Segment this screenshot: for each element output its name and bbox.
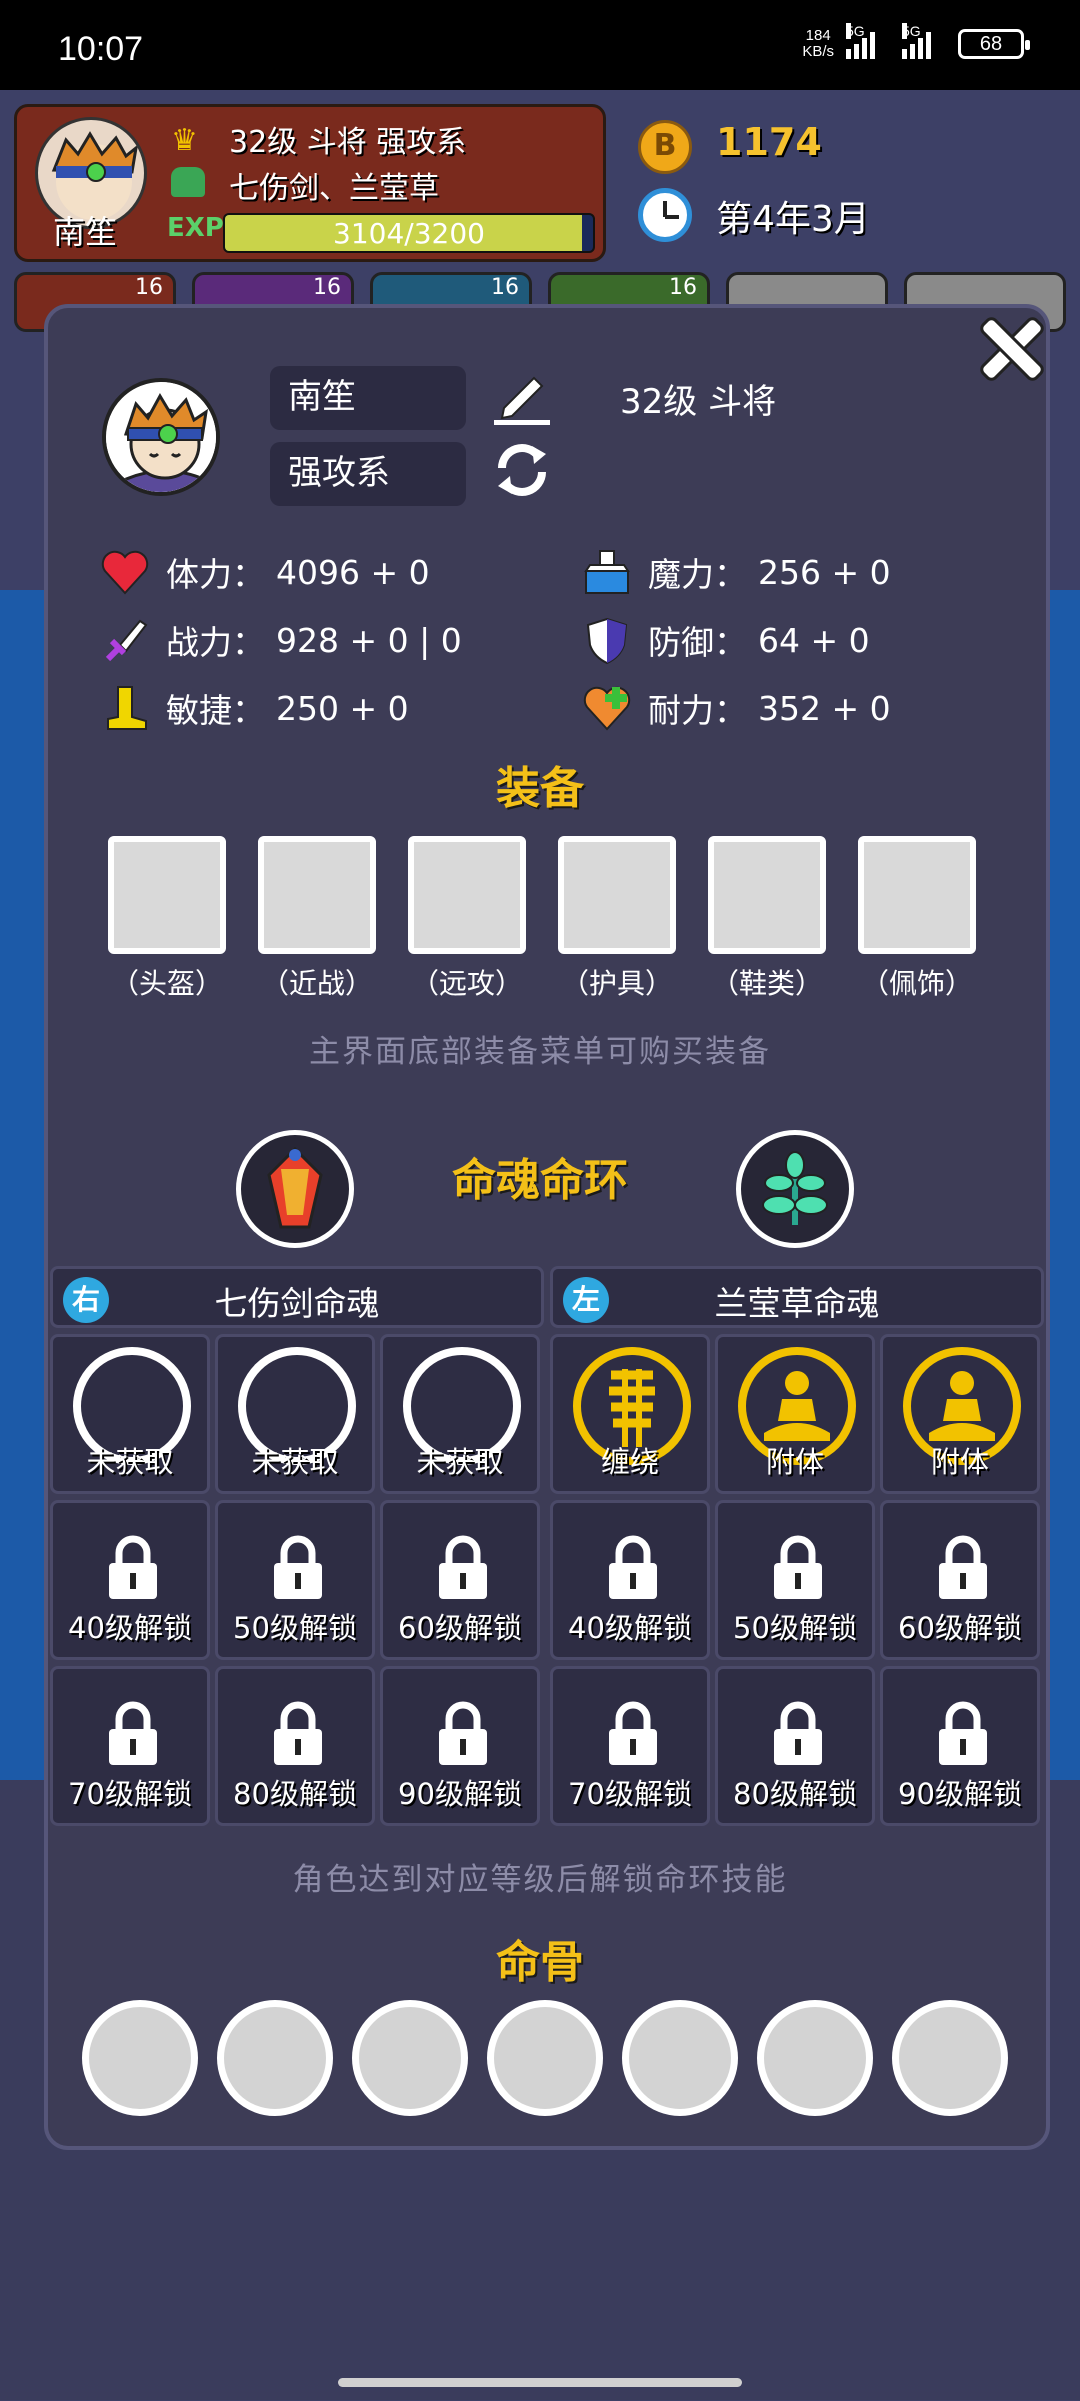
lock-icon [103, 1699, 163, 1769]
exp-bar: 3104/3200 [223, 213, 595, 253]
locked-skill-cell[interactable]: 80级解锁 [215, 1666, 375, 1826]
lock-icon [768, 1533, 828, 1603]
stamina-heart-icon [582, 683, 632, 733]
equip-slot-shoes[interactable] [708, 836, 826, 954]
equipment-hint: 主界面底部装备菜单可购买装备 [309, 1034, 771, 1070]
equip-label: （护具） [560, 967, 673, 1000]
locked-skill-cell[interactable]: 60级解锁 [380, 1500, 540, 1660]
signal-icon: 5G [846, 23, 890, 59]
equip-label: （鞋类） [710, 967, 823, 1000]
player-card[interactable]: 南笙 ♛ 32级 斗将 强攻系 七伤剑、兰莹草 EXP 3104/3200 [14, 104, 606, 262]
stat-agility: 敏捷： 250 + 0 [100, 680, 409, 736]
soul-skill-cell[interactable]: 附体 [715, 1334, 875, 1494]
crown-icon: ♛ [171, 123, 198, 158]
soul-bone-slot[interactable] [757, 2000, 873, 2116]
game-date: 第4年3月 [716, 199, 870, 240]
hero-name-field[interactable]: 南笙 [270, 366, 466, 430]
soul-hand-icon [171, 167, 205, 197]
lock-icon [433, 1533, 493, 1603]
locked-skill-cell[interactable]: 70级解锁 [550, 1666, 710, 1826]
locked-skill-cell[interactable]: 90级解锁 [880, 1666, 1040, 1826]
equipment-title: 装备 [496, 763, 584, 814]
hero-class-field[interactable]: 强攻系 [270, 442, 466, 506]
status-time: 10:07 [58, 30, 144, 68]
exp-text: 3104/3200 [333, 217, 485, 250]
stat-defense: 防御： 64 + 0 [582, 612, 870, 668]
locked-skill-cell[interactable]: 60级解锁 [880, 1500, 1040, 1660]
stat-hp: 体力： 4096 + 0 [100, 544, 430, 600]
hero-level-title: 32级 斗将 [620, 382, 777, 422]
lock-icon [603, 1533, 663, 1603]
stat-stamina: 耐力： 352 + 0 [582, 680, 891, 736]
equip-label: （近战） [260, 967, 373, 1000]
signal-icon: 5G [902, 23, 946, 59]
coin-icon: B [638, 120, 692, 174]
lock-icon [603, 1699, 663, 1769]
exp-label: EXP [167, 213, 224, 243]
soul-bone-slot[interactable] [352, 2000, 468, 2116]
close-button[interactable] [970, 308, 1046, 384]
lock-icon [268, 1699, 328, 1769]
refresh-icon[interactable] [490, 438, 554, 502]
equip-slot-helmet[interactable] [108, 836, 226, 954]
coin-count: 1174 [716, 120, 822, 164]
lock-icon [268, 1533, 328, 1603]
equip-slot-armor[interactable] [558, 836, 676, 954]
battery-icon: 68 [958, 29, 1030, 59]
player-level-line: 32级 斗将 强攻系 [229, 125, 467, 160]
locked-skill-cell[interactable]: 90级解锁 [380, 1666, 540, 1826]
soul-skill-cell[interactable]: 缠绕 [550, 1334, 710, 1494]
heart-icon [100, 547, 150, 597]
stat-mp: 魔力： 256 + 0 [582, 544, 891, 600]
soul-bone-slot[interactable] [622, 2000, 738, 2116]
edit-name-icon[interactable] [490, 364, 552, 426]
home-indicator[interactable] [338, 2378, 742, 2387]
locked-skill-cell[interactable]: 40级解锁 [50, 1500, 210, 1660]
soul-skill-cell[interactable]: 未获取 [215, 1334, 375, 1494]
boot-icon [100, 683, 150, 733]
equip-slot-ranged[interactable] [408, 836, 526, 954]
lock-icon [433, 1699, 493, 1769]
right-soul-header: 右 七伤剑命魂 [50, 1266, 544, 1328]
lock-icon [933, 1699, 993, 1769]
stat-attack: 战力： 928 + 0 | 0 [100, 612, 462, 668]
potion-icon [582, 547, 632, 597]
player-souls-line: 七伤剑、兰莹草 [229, 171, 439, 206]
equip-label: （远攻） [410, 967, 523, 1000]
left-soul-header: 左 兰莹草命魂 [550, 1266, 1044, 1328]
equip-label: （佩饰） [860, 967, 973, 1000]
left-soul-title: 兰莹草命魂 [714, 1284, 880, 1323]
lock-icon [103, 1533, 163, 1603]
locked-skill-cell[interactable]: 40级解锁 [550, 1500, 710, 1660]
soul-ring-hint: 角色达到对应等级后解锁命环技能 [292, 1862, 788, 1898]
equip-label: （头盔） [110, 967, 223, 1000]
soul-skill-cell[interactable]: 未获取 [50, 1334, 210, 1494]
grass-soul-orb[interactable] [736, 1130, 854, 1248]
soul-bone-slot[interactable] [82, 2000, 198, 2116]
shield-icon [582, 615, 632, 665]
soul-bone-slot[interactable] [217, 2000, 333, 2116]
soul-skill-cell[interactable]: 未获取 [380, 1334, 540, 1494]
status-bar: 10:07 184 KB/s 5G 5G 68 [0, 0, 1080, 90]
hero-avatar [102, 378, 220, 496]
network-speed: 184 KB/s [802, 27, 834, 60]
lock-icon [768, 1699, 828, 1769]
right-soul-title: 七伤剑命魂 [214, 1284, 380, 1323]
soul-skill-cell[interactable]: 附体 [880, 1334, 1040, 1494]
soul-ring-title: 命魂命环 [452, 1155, 628, 1206]
status-icons: 184 KB/s 5G 5G 68 [802, 23, 1030, 60]
lock-icon [933, 1533, 993, 1603]
clock-icon [638, 188, 692, 242]
soul-bone-slot[interactable] [487, 2000, 603, 2116]
locked-skill-cell[interactable]: 50级解锁 [215, 1500, 375, 1660]
equip-slot-melee[interactable] [258, 836, 376, 954]
soul-bone-title: 命骨 [496, 1937, 584, 1988]
sword-icon [100, 615, 150, 665]
locked-skill-cell[interactable]: 70级解锁 [50, 1666, 210, 1826]
player-name: 南笙 [53, 213, 118, 251]
equip-slot-accessory[interactable] [858, 836, 976, 954]
locked-skill-cell[interactable]: 50级解锁 [715, 1500, 875, 1660]
locked-skill-cell[interactable]: 80级解锁 [715, 1666, 875, 1826]
soul-bone-slot[interactable] [892, 2000, 1008, 2116]
